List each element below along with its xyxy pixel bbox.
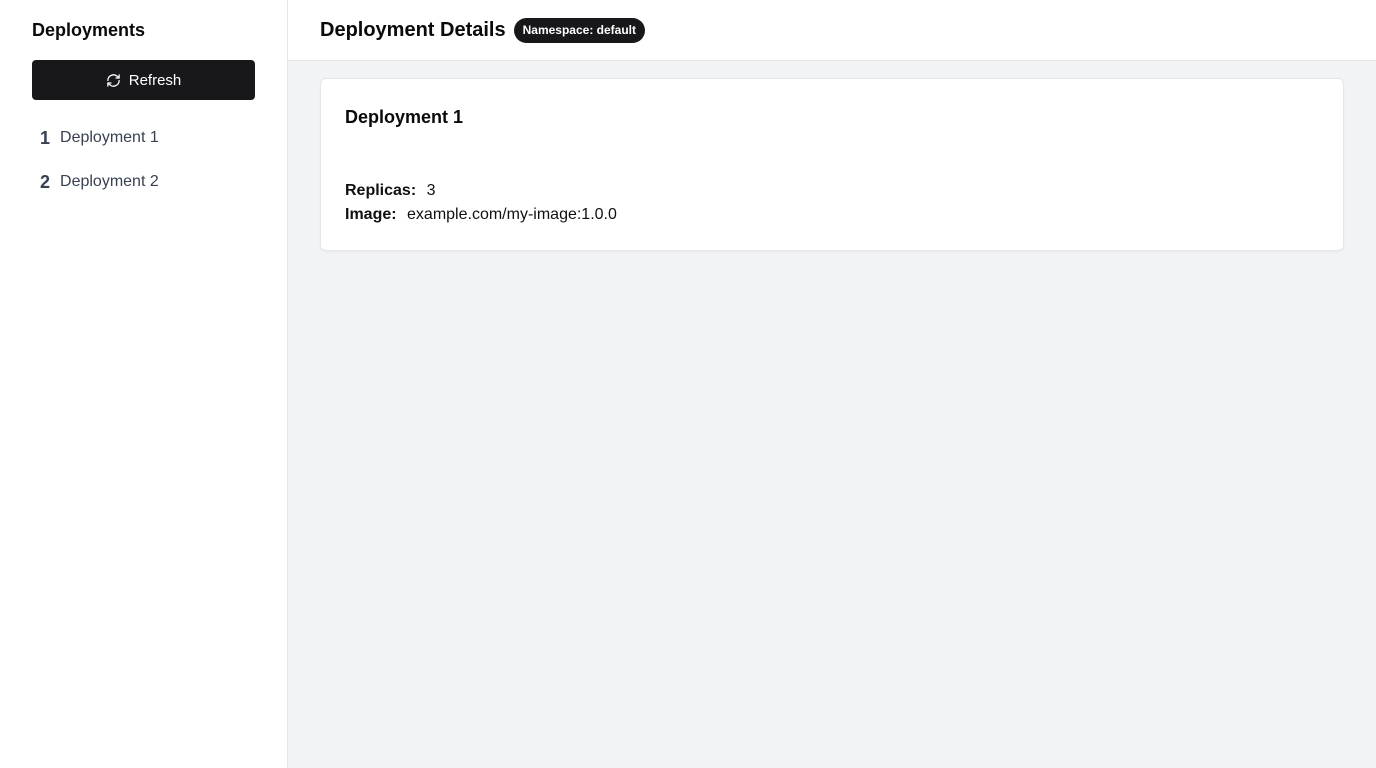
namespace-badge: Namespace: default xyxy=(513,17,645,43)
deployment-list-item[interactable]: 1 Deployment 1 xyxy=(32,116,255,160)
deployment-list-item[interactable]: 2 Deployment 2 xyxy=(32,160,255,204)
main-panel: Deployment Details Namespace: default De… xyxy=(288,0,1376,768)
app: Deployments Refresh 1 Deployment 1 2 Dep… xyxy=(0,0,1376,768)
sidebar-title: Deployments xyxy=(32,20,146,40)
image-row: Image: example.com/my-image:1.0.0 xyxy=(345,203,1319,227)
image-value: example.com/my-image:1.0.0 xyxy=(407,206,617,223)
page-header: Deployment Details Namespace: default xyxy=(288,0,1376,61)
deployment-name: Deployment 2 xyxy=(60,173,159,190)
deployment-detail-card: Deployment 1 Replicas: 3 Image: example.… xyxy=(320,78,1344,251)
refresh-button-label: Refresh xyxy=(128,71,182,89)
replicas-row: Replicas: 3 xyxy=(345,179,1319,203)
deployment-title: Deployment 1 xyxy=(345,107,464,127)
deployment-number: 2 xyxy=(40,171,51,192)
deployment-list: 1 Deployment 1 2 Deployment 2 xyxy=(32,116,255,204)
image-label: Image: xyxy=(345,206,397,223)
deployment-name: Deployment 1 xyxy=(60,129,159,146)
sidebar: Deployments Refresh 1 Deployment 1 2 Dep… xyxy=(0,0,288,768)
deployment-number: 1 xyxy=(40,127,51,148)
page-title: Deployment Details xyxy=(320,18,506,41)
content-area: Deployment 1 Replicas: 3 Image: example.… xyxy=(288,61,1376,251)
replicas-label: Replicas: xyxy=(345,182,417,199)
refresh-icon xyxy=(106,73,121,88)
refresh-button[interactable]: Refresh xyxy=(32,60,255,100)
replicas-value: 3 xyxy=(426,182,436,199)
